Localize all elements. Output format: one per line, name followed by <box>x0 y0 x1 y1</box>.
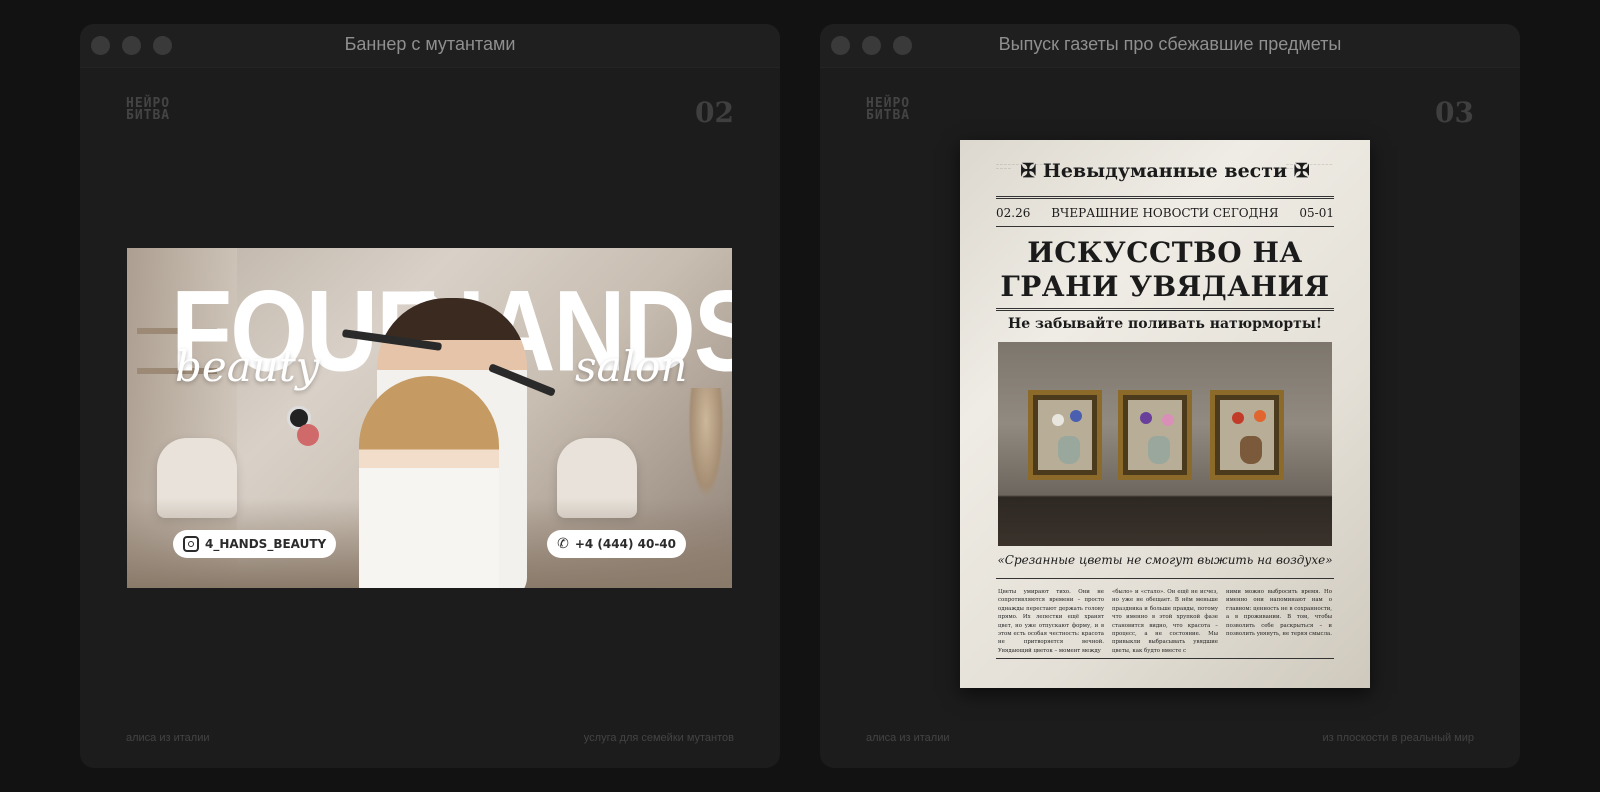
window-newspaper: Выпуск газеты про сбежавшие предметы НЕЙ… <box>820 24 1520 768</box>
divider <box>996 308 1334 311</box>
instagram-pill: 4_HANDS_BEAUTY <box>173 530 337 558</box>
card-number: 02 <box>695 96 734 129</box>
flower <box>1052 414 1064 426</box>
painting-canvas <box>1128 400 1182 470</box>
dateline-tagline: ВЧЕРАШНИЕ НОВОСТИ СЕГОДНЯ <box>1051 206 1279 220</box>
divider <box>996 196 1334 199</box>
footer-author: алиса из италии <box>126 732 210 744</box>
article-column: ними можно выбросить время. Но именно он… <box>1226 589 1332 638</box>
instagram-handle: 4_HANDS_BEAUTY <box>205 537 327 551</box>
flower <box>1254 410 1266 422</box>
phone-icon: ✆ <box>557 536 569 552</box>
divider <box>996 226 1334 227</box>
footer-description: из плоскости в реальный мир <box>1322 732 1474 744</box>
painting-canvas <box>1220 400 1274 470</box>
footer-author: алиса из италии <box>866 732 950 744</box>
divider <box>996 578 1334 579</box>
dateline: 02.26 ВЧЕРАШНИЕ НОВОСТИ СЕГОДНЯ 05-01 <box>996 206 1334 220</box>
window-banner: Баннер с мутантами НЕЙРО БИТВА 02 FOUR H… <box>80 24 780 768</box>
article-column: «было» и «стало». Он ещё не исчез, но уж… <box>1112 589 1218 654</box>
newspaper: — — — — — — — — — — — — — — — — — — — — … <box>960 140 1370 688</box>
headline: ИСКУССТВО НА ГРАНИ УВЯДАНИЯ <box>1000 236 1330 303</box>
issue-date-left: 02.26 <box>996 206 1031 220</box>
still-life-photo <box>998 342 1332 546</box>
logo: НЕЙРО БИТВА <box>866 96 911 123</box>
instagram-icon <box>183 536 199 552</box>
plant <box>688 388 724 498</box>
painting-frame <box>1210 390 1284 480</box>
subheadline: Не забывайте поливать натюрморты! <box>1008 316 1322 332</box>
divider <box>996 658 1334 659</box>
beauty-banner: FOUR HANDS beauty salon 4_HANDS_BEAUTY ✆… <box>127 248 732 588</box>
flower <box>1140 412 1152 424</box>
titlebar: Выпуск газеты про сбежавшие предметы <box>820 24 1520 68</box>
flower <box>1162 414 1174 426</box>
flower <box>1232 412 1244 424</box>
photo-caption: «Срезанные цветы не смогут выжить на воз… <box>997 553 1333 567</box>
blush-compact <box>297 424 319 446</box>
painting-canvas <box>1038 400 1092 470</box>
vase <box>1148 436 1170 464</box>
article-columns: Цветы умирают тихо. Они не сопротивляютс… <box>998 588 1332 655</box>
issue-date-right: 05-01 <box>1299 206 1334 220</box>
article-column: Цветы умирают тихо. Они не сопротивляютс… <box>998 589 1104 654</box>
card-number: 03 <box>1435 96 1474 129</box>
painting-frame <box>1028 390 1102 480</box>
painting-frame <box>1118 390 1192 480</box>
phone-pill: ✆ +4 (444) 40-40 <box>547 530 686 558</box>
titlebar: Баннер с мутантами <box>80 24 780 68</box>
window-title: Баннер с мутантами <box>344 34 516 54</box>
banner-script-salon: salon <box>575 342 688 391</box>
vase <box>1058 436 1080 464</box>
footer-description: услуга для семейки мутантов <box>583 732 734 744</box>
banner-script-beauty: beauty <box>175 342 320 391</box>
client-figure <box>359 376 499 588</box>
vase <box>1240 436 1262 464</box>
window-title: Выпуск газеты про сбежавшие предметы <box>998 34 1342 54</box>
phone-number: +4 (444) 40-40 <box>574 537 676 551</box>
flower <box>1070 410 1082 422</box>
logo: НЕЙРО БИТВА <box>126 96 171 123</box>
masthead: ✠ Невыдуманные вести ✠ <box>1020 160 1310 182</box>
